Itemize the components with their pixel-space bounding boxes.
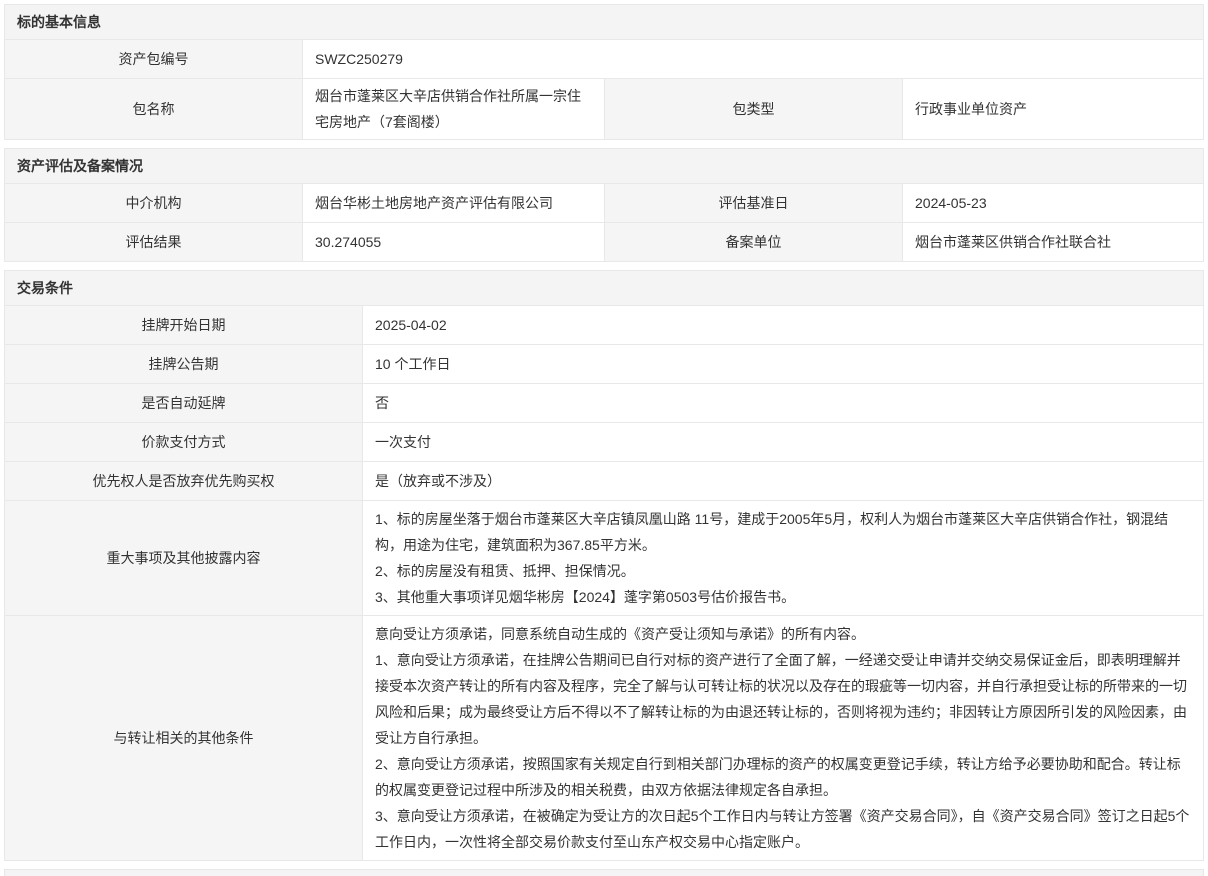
field-value-filing-unit: 烟台市蓬莱区供销合作社联合社 bbox=[903, 223, 1203, 261]
field-label-major-disclosure: 重大事项及其他披露内容 bbox=[5, 501, 363, 615]
field-value-listing-start-date: 2025-04-02 bbox=[363, 306, 1203, 344]
disclosure-paragraph: 1、标的房屋坐落于烟台市蓬莱区大辛店镇凤凰山路 11号，建成于2005年5月，权… bbox=[375, 506, 1191, 558]
section-trade-conditions: 交易条件 挂牌开始日期 2025-04-02 挂牌公告期 10 个工作日 是否自… bbox=[4, 270, 1204, 861]
field-value-agency: 烟台华彬土地房地产资产评估有限公司 bbox=[303, 184, 604, 222]
field-value-other-transfer-conditions: 意向受让方须承诺，同意系统自动生成的《资产受让须知与承诺》的所有内容。 1、意向… bbox=[363, 616, 1203, 860]
field-value-preemptive-right-waiver: 是（放弃或不涉及） bbox=[363, 462, 1203, 500]
asset-detail-page: 标的基本信息 资产包编号 SWZC250279 包名称 烟台市蓬莱区大辛店供销合… bbox=[0, 0, 1208, 876]
field-value-package-name: 烟台市蓬莱区大辛店供销合作社所属一宗住宅房地产（7套阁楼） bbox=[303, 79, 604, 139]
table-row: 评估结果 30.274055 备案单位 烟台市蓬莱区供销合作社联合社 bbox=[5, 222, 1203, 261]
table-row: 价款支付方式 一次支付 bbox=[5, 422, 1203, 461]
disclosure-paragraph: 2、标的房屋没有租赁、抵押、担保情况。 bbox=[375, 558, 1191, 584]
field-label-package-type: 包类型 bbox=[604, 79, 903, 139]
table-row: 是否自动延牌 否 bbox=[5, 383, 1203, 422]
table-row: 中介机构 烟台华彬土地房地产资产评估有限公司 评估基准日 2024-05-23 bbox=[5, 183, 1203, 222]
table-row: 优先权人是否放弃优先购买权 是（放弃或不涉及） bbox=[5, 461, 1203, 500]
field-label-announcement-period: 挂牌公告期 bbox=[5, 345, 363, 383]
field-label-other-transfer-conditions: 与转让相关的其他条件 bbox=[5, 616, 363, 860]
table-row: 挂牌公告期 10 个工作日 bbox=[5, 344, 1203, 383]
field-value-package-type: 行政事业单位资产 bbox=[903, 79, 1203, 139]
field-label-package-name: 包名称 bbox=[5, 79, 303, 139]
field-label-agency: 中介机构 bbox=[5, 184, 303, 222]
condition-paragraph: 意向受让方须承诺，同意系统自动生成的《资产受让须知与承诺》的所有内容。 bbox=[375, 621, 1191, 647]
field-label-appraisal-base-date: 评估基准日 bbox=[604, 184, 903, 222]
field-label-payment-method: 价款支付方式 bbox=[5, 423, 363, 461]
section-appraisal-filing: 资产评估及备案情况 中介机构 烟台华彬土地房地产资产评估有限公司 评估基准日 2… bbox=[4, 148, 1204, 262]
field-value-appraisal-base-date: 2024-05-23 bbox=[903, 184, 1203, 222]
table-row: 挂牌开始日期 2025-04-02 bbox=[5, 305, 1203, 344]
field-label-listing-start-date: 挂牌开始日期 bbox=[5, 306, 363, 344]
field-label-appraisal-result: 评估结果 bbox=[5, 223, 303, 261]
field-value-auto-extension: 否 bbox=[363, 384, 1203, 422]
field-label-filing-unit: 备案单位 bbox=[604, 223, 903, 261]
field-value-payment-method: 一次支付 bbox=[363, 423, 1203, 461]
section-basic-info: 标的基本信息 资产包编号 SWZC250279 包名称 烟台市蓬莱区大辛店供销合… bbox=[4, 4, 1204, 140]
condition-paragraph: 1、意向受让方须承诺，在挂牌公告期间已自行对标的资产进行了全面了解，一经递交受让… bbox=[375, 647, 1191, 751]
field-value-announcement-period: 10 个工作日 bbox=[363, 345, 1203, 383]
table-row: 与转让相关的其他条件 意向受让方须承诺，同意系统自动生成的《资产受让须知与承诺》… bbox=[5, 615, 1203, 860]
condition-paragraph: 2、意向受让方须承诺，按照国家有关规定自行到相关部门办理标的资产的权属变更登记手… bbox=[375, 751, 1191, 803]
disclosure-paragraph: 3、其他重大事项详见烟华彬房【2024】蓬字第0503号估价报告书。 bbox=[375, 584, 1191, 610]
section-title-basic-info: 标的基本信息 bbox=[5, 5, 1203, 39]
field-value-major-disclosure: 1、标的房屋坐落于烟台市蓬莱区大辛店镇凤凰山路 11号，建成于2005年5月，权… bbox=[363, 501, 1203, 615]
section-title-appraisal-filing: 资产评估及备案情况 bbox=[5, 149, 1203, 183]
field-label-package-number: 资产包编号 bbox=[5, 40, 303, 78]
field-value-package-number: SWZC250279 bbox=[303, 40, 1203, 78]
field-label-auto-extension: 是否自动延牌 bbox=[5, 384, 363, 422]
condition-paragraph: 3、意向受让方须承诺，在被确定为受让方的次日起5个工作日内与转让方签署《资产交易… bbox=[375, 803, 1191, 855]
field-label-preemptive-right-waiver: 优先权人是否放弃优先购买权 bbox=[5, 462, 363, 500]
section-title-trade-conditions: 交易条件 bbox=[5, 271, 1203, 305]
table-row: 资产包编号 SWZC250279 bbox=[5, 39, 1203, 78]
table-row: 包名称 烟台市蓬莱区大辛店供销合作社所属一宗住宅房地产（7套阁楼） 包类型 行政… bbox=[5, 78, 1203, 139]
table-row: 重大事项及其他披露内容 1、标的房屋坐落于烟台市蓬莱区大辛店镇凤凰山路 11号，… bbox=[5, 500, 1203, 615]
field-value-appraisal-result: 30.274055 bbox=[303, 223, 604, 261]
next-section-header-partial bbox=[4, 869, 1204, 876]
